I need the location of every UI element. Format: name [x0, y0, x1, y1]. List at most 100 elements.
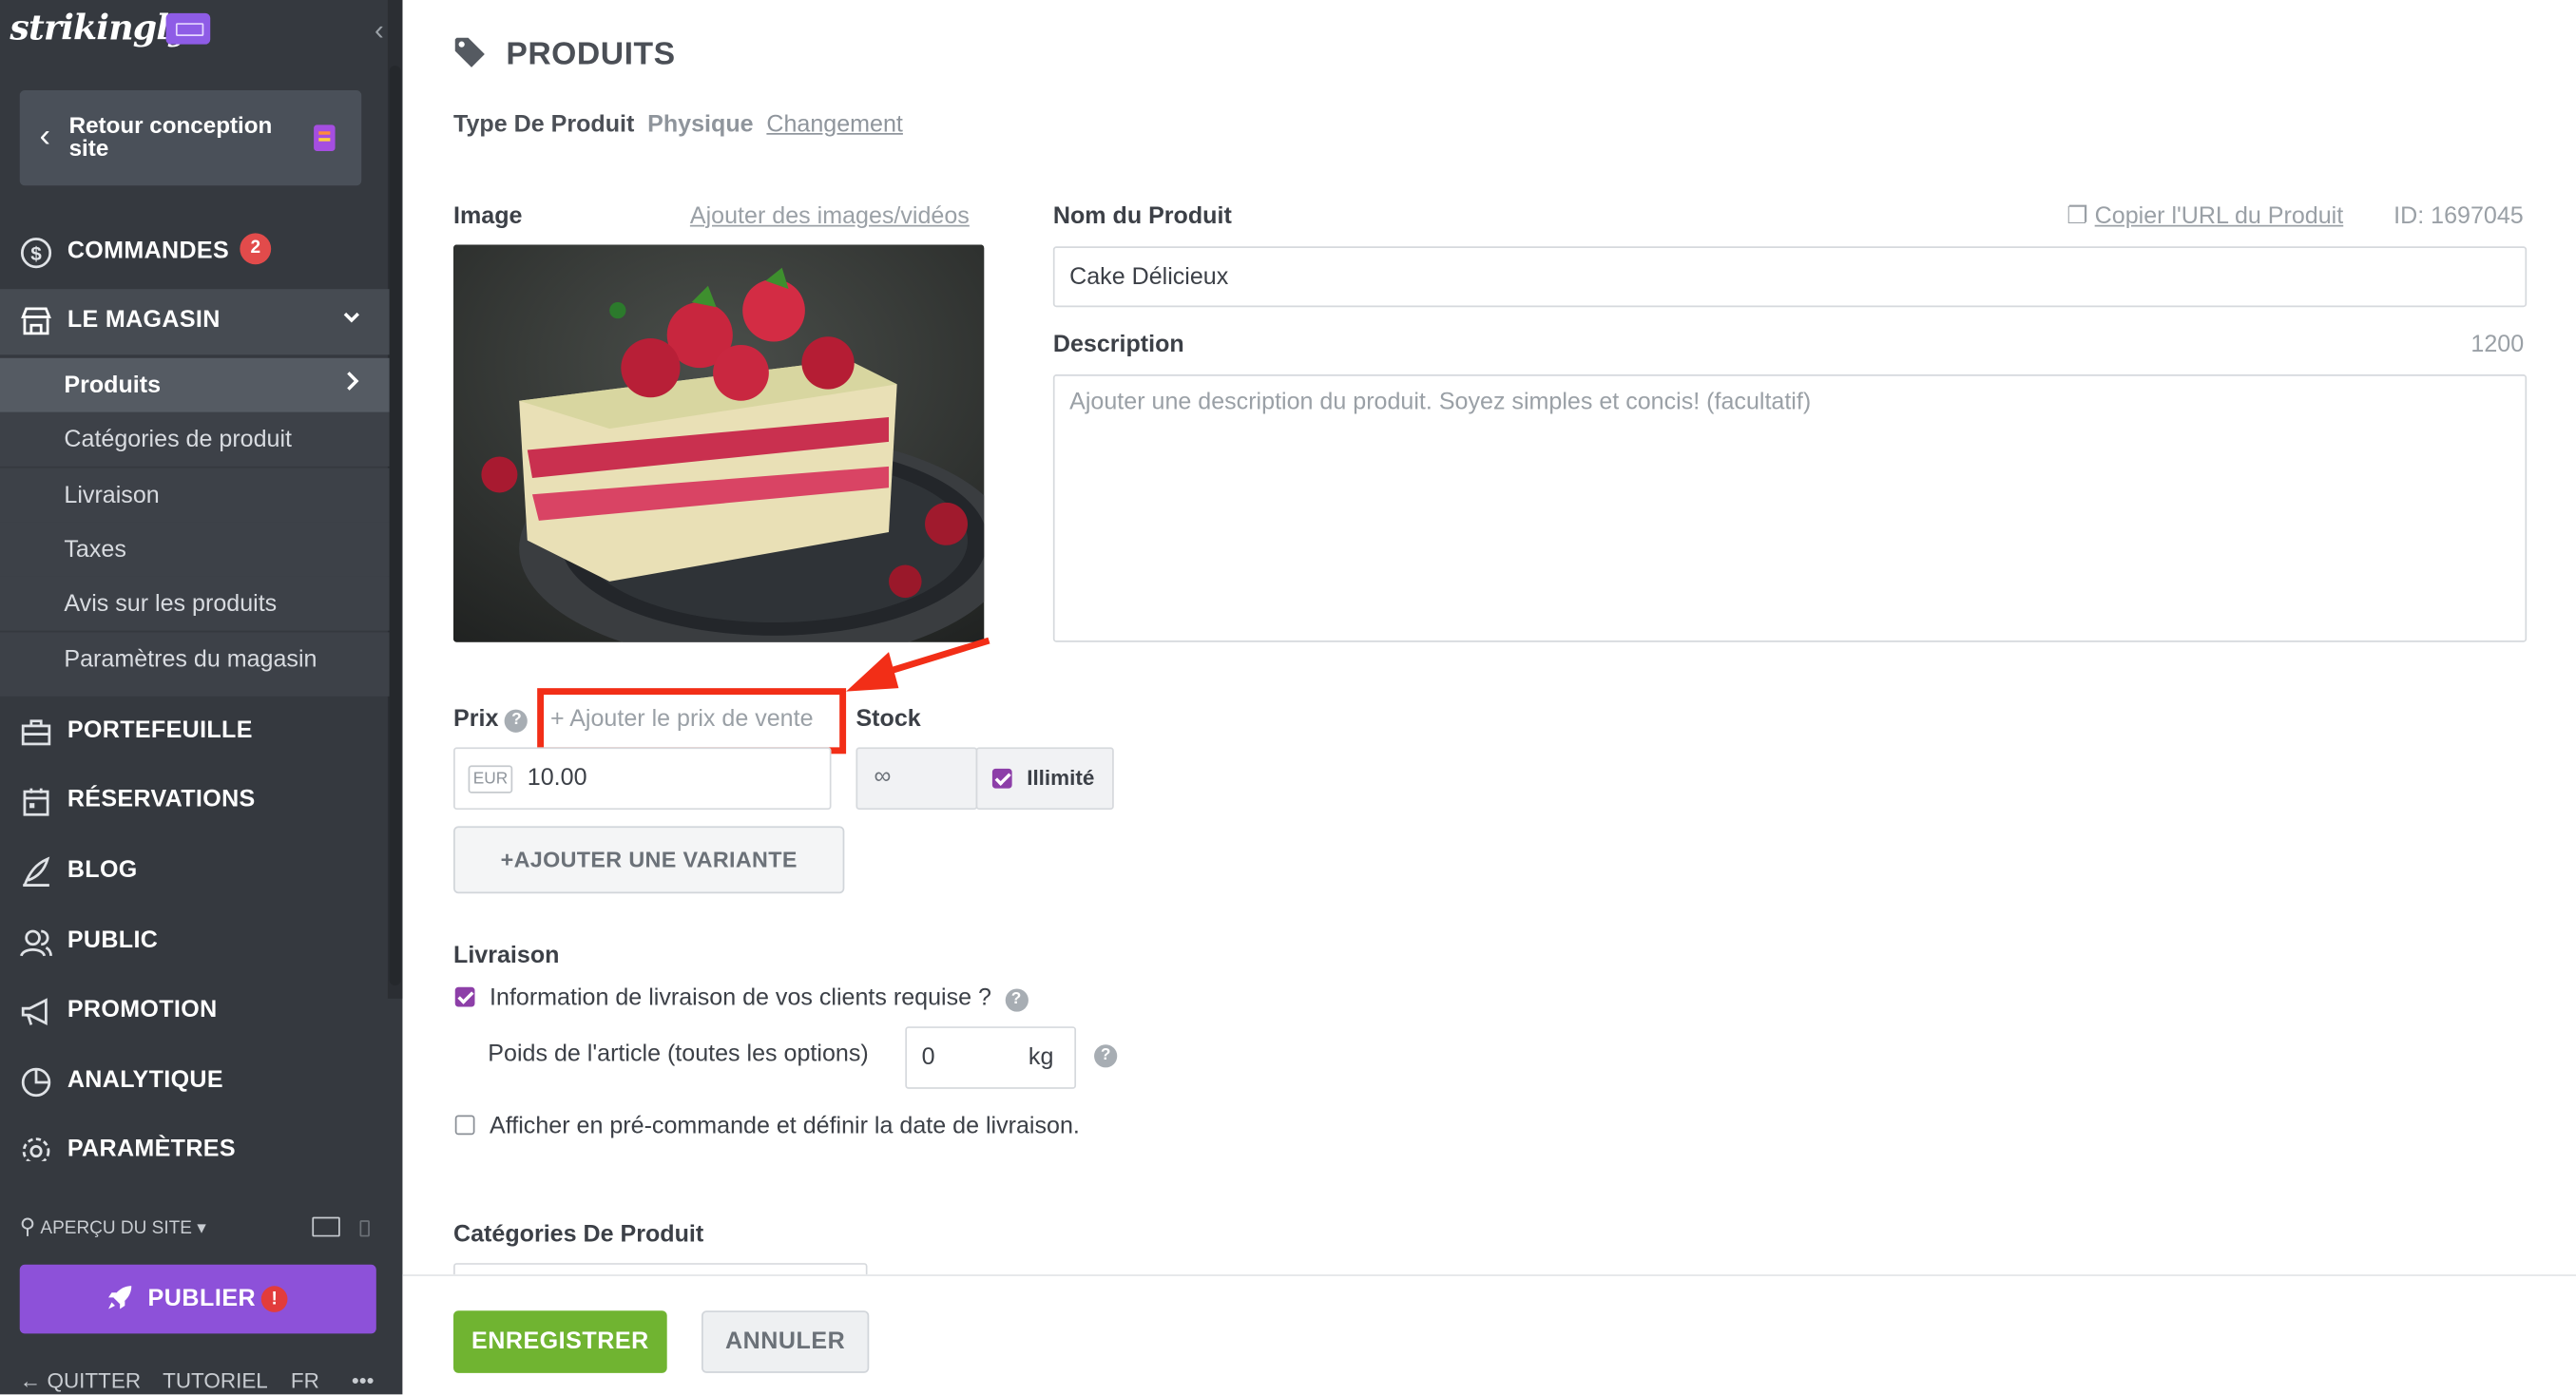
product-type-label: Type De Produit — [453, 111, 635, 139]
nav-orders-label: COMMANDES — [67, 238, 230, 265]
nav-store[interactable]: LE MAGASIN — [0, 289, 390, 355]
price-value: 10.00 — [527, 765, 587, 793]
desktop-icon[interactable] — [312, 1216, 340, 1237]
product-type-row: Type De Produit Physique Changement — [453, 112, 903, 139]
shipping-info-label: Information de livraison de vos clients … — [490, 984, 991, 1012]
nav-blog[interactable]: BLOG — [0, 839, 390, 905]
description-char-count: 1200 — [2470, 332, 2525, 358]
subnav-label: Produits — [64, 373, 162, 399]
help-icon[interactable]: ? — [505, 709, 529, 733]
back-to-site-editor-button[interactable]: ‹ Retour conception site — [19, 90, 362, 186]
weight-label: Poids de l'article (toutes les options) — [488, 1041, 869, 1068]
collapse-sidebar-icon[interactable]: ‹ — [375, 15, 384, 48]
stock-value: ∞ — [874, 763, 892, 791]
product-name-label: Nom du Produit — [1052, 203, 1232, 230]
annotation-arrow-icon — [846, 637, 990, 692]
page-icon — [314, 124, 336, 152]
categories-label: Catégories De Produit — [453, 1221, 704, 1249]
users-icon — [20, 927, 53, 960]
copy-url-label: Copier l'URL du Produit — [2094, 203, 2344, 230]
nav-label: PROMOTION — [67, 997, 218, 1023]
nav-analytics[interactable]: ANALYTIQUE — [0, 1049, 390, 1115]
pro-badge-icon — [165, 12, 211, 45]
preorder-checkbox[interactable] — [454, 1115, 475, 1136]
mobile-icon[interactable] — [359, 1220, 370, 1237]
nav-reservations[interactable]: RÉSERVATIONS — [0, 769, 390, 834]
cancel-button[interactable]: ANNULER — [701, 1310, 870, 1373]
change-product-type-link[interactable]: Changement — [766, 112, 903, 139]
subnav-taxes[interactable]: Taxes — [0, 522, 390, 577]
help-icon[interactable]: ? — [1004, 988, 1028, 1012]
quit-label: QUITTER — [47, 1367, 142, 1393]
preview-label: APERÇU DU SITE — [40, 1218, 192, 1239]
copy-url-link[interactable]: ❐ Copier l'URL du Produit — [2067, 203, 2343, 230]
price-input[interactable]: EUR 10.00 — [453, 747, 832, 811]
nav-label: PARAMÈTRES — [67, 1136, 236, 1161]
description-placeholder: Ajouter une description du produit. Soye… — [1069, 389, 1812, 416]
megaphone-icon — [20, 995, 53, 1028]
subnav-product-categories[interactable]: Catégories de produit — [0, 411, 390, 467]
shipping-label: Livraison — [453, 943, 560, 969]
help-icon[interactable]: ? — [1094, 1044, 1118, 1068]
product-editor: PRODUITS Type De Produit Physique Changeme… — [402, 0, 2576, 1395]
quill-icon — [20, 855, 53, 889]
search-icon: ⚲ — [19, 1213, 36, 1239]
product-image[interactable] — [453, 244, 985, 642]
nav-label: PUBLIC — [67, 927, 159, 955]
nav-orders[interactable]: $ COMMANDES 2 — [0, 220, 390, 286]
unlimited-label: Illimité — [1027, 765, 1095, 791]
sidebar: strikingly ‹ ‹ Retour conception site $ … — [0, 0, 403, 1395]
pie-chart-icon — [20, 1066, 53, 1099]
strikingly-logo: strikingly — [10, 6, 188, 48]
page-title: PRODUITS — [506, 36, 676, 73]
nav-promotion[interactable]: PROMOTION — [0, 979, 390, 1044]
action-bar: ENREGISTRER ANNULER — [402, 1274, 2576, 1395]
add-variant-button[interactable]: +AJOUTER UNE VARIANTE — [453, 826, 845, 894]
save-button[interactable]: ENREGISTRER — [453, 1310, 667, 1373]
more-link[interactable]: ••• — [352, 1368, 375, 1393]
language-link[interactable]: FR — [291, 1368, 319, 1393]
description-textarea[interactable]: Ajouter une description du produit. Soye… — [1052, 374, 2528, 642]
subnav-shipping[interactable]: Livraison — [0, 468, 390, 523]
nav-settings[interactable]: PARAMÈTRES — [0, 1118, 390, 1161]
price-label: Prix ? — [453, 706, 529, 733]
shipping-info-checkbox[interactable] — [454, 986, 475, 1007]
product-id: ID: 1697045 — [2393, 203, 2524, 230]
sidebar-scrollbar[interactable] — [387, 0, 403, 999]
site-preview-dropdown[interactable]: ⚲ APERÇU DU SITE ▾ — [20, 1213, 206, 1240]
quit-link[interactable]: ← QUITTER — [20, 1368, 141, 1393]
product-type-value: Physique — [647, 111, 754, 139]
product-name-input[interactable]: Cake Délicieux — [1052, 246, 2528, 308]
publish-button[interactable]: PUBLIER ! — [19, 1264, 376, 1334]
subnav-products[interactable]: Produits — [0, 357, 390, 412]
stock-label: Stock — [855, 706, 921, 733]
currency-tag: EUR — [468, 765, 513, 793]
subnav-product-reviews[interactable]: Avis sur les produits — [0, 576, 390, 631]
add-variant-label: AJOUTER UNE VARIANTE — [513, 847, 798, 872]
subnav-store-settings[interactable]: Paramètres du magasin — [0, 632, 390, 697]
subnav-label: Livraison — [64, 483, 160, 509]
nav-portfolio[interactable]: PORTEFEUILLE — [0, 699, 390, 765]
subnav-label: Avis sur les produits — [64, 591, 278, 618]
tutorial-link[interactable]: TUTORIEL — [163, 1368, 268, 1393]
plus-icon: + — [500, 847, 514, 872]
subnav-label: Taxes — [64, 537, 126, 564]
gear-icon — [20, 1135, 53, 1161]
subnav-label: Paramètres du magasin — [64, 646, 317, 674]
price-label-text: Prix — [453, 706, 499, 733]
nav-audience[interactable]: PUBLIC — [0, 909, 390, 975]
weight-unit: kg — [1028, 1044, 1054, 1071]
weight-input[interactable]: 0 kg — [905, 1026, 1077, 1089]
nav-store-label: LE MAGASIN — [67, 307, 221, 334]
add-media-link[interactable]: Ajouter des images/vidéos — [690, 203, 970, 230]
subnav-label: Catégories de produit — [64, 427, 293, 454]
nav-label: RÉSERVATIONS — [67, 786, 256, 813]
briefcase-icon — [20, 717, 53, 750]
unlimited-stock-toggle[interactable]: Illimité — [975, 747, 1114, 811]
publish-label: PUBLIER — [147, 1286, 257, 1312]
nav-label: PORTEFEUILLE — [67, 717, 253, 744]
scrollbar-thumb[interactable] — [389, 66, 401, 985]
stock-input[interactable]: ∞ — [855, 747, 978, 811]
highlight-box — [537, 688, 847, 755]
unlimited-checkbox[interactable] — [991, 768, 1012, 789]
